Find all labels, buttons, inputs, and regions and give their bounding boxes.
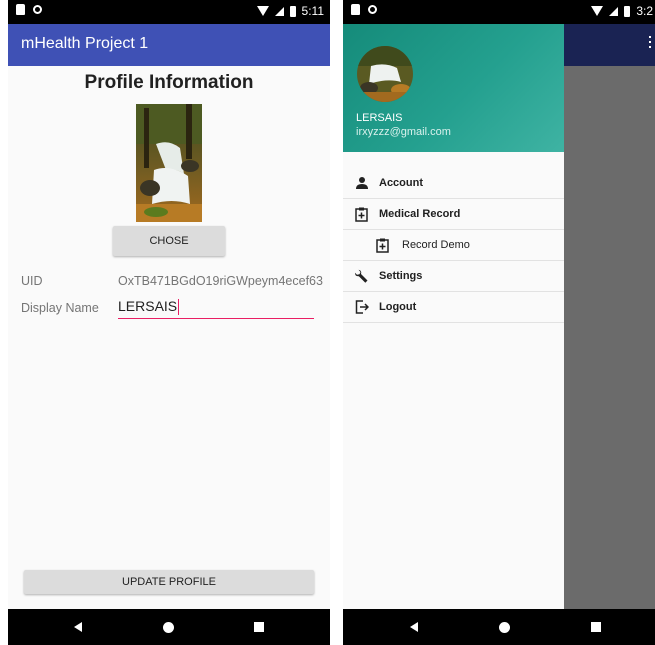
menu-item-medical-record[interactable]: Medical Record bbox=[343, 199, 564, 230]
clipboard-plus-icon bbox=[355, 207, 368, 222]
app-title: mHealth Project 1 bbox=[21, 35, 149, 52]
menu-item-record-demo[interactable]: Record Demo bbox=[343, 230, 564, 261]
page-title: Profile Information bbox=[84, 72, 254, 93]
drawer-screen: 3:2 LERSAIS irxyzzz@gmail.com Account Me… bbox=[343, 0, 655, 645]
app-bar bbox=[563, 24, 655, 66]
profile-screen: 5:11 mHealth Project 1 Profile Informati… bbox=[8, 0, 330, 645]
menu-item-account[interactable]: Account bbox=[343, 168, 564, 199]
text-cursor bbox=[178, 299, 180, 316]
uid-label: UID bbox=[21, 274, 43, 288]
navigation-drawer: LERSAIS irxyzzz@gmail.com Account Medica… bbox=[343, 24, 564, 609]
navigation-bar bbox=[343, 609, 655, 645]
person-icon bbox=[356, 177, 368, 189]
profile-photo bbox=[136, 104, 202, 222]
recents-icon[interactable] bbox=[591, 622, 601, 632]
avatar bbox=[357, 46, 413, 102]
sync-icon bbox=[368, 5, 377, 14]
sim-icon bbox=[16, 4, 25, 15]
logout-icon bbox=[355, 300, 369, 314]
back-icon[interactable] bbox=[74, 622, 82, 632]
menu-item-label: Medical Record bbox=[379, 208, 461, 220]
menu-item-label: Account bbox=[379, 177, 423, 189]
uid-value: OxTB471BGdO19riGWpeym4ecef63 bbox=[118, 274, 323, 288]
sim-icon bbox=[351, 4, 360, 15]
drawer-header: LERSAIS irxyzzz@gmail.com bbox=[343, 24, 564, 152]
status-bar: 5:11 bbox=[8, 0, 330, 24]
back-icon[interactable] bbox=[410, 622, 418, 632]
signal-icon bbox=[274, 6, 284, 16]
battery-icon bbox=[624, 5, 631, 17]
navigation-bar bbox=[8, 609, 330, 645]
display-name-input[interactable]: LERSAIS bbox=[118, 298, 314, 319]
display-name-label: Display Name bbox=[21, 301, 99, 315]
sync-icon bbox=[33, 5, 42, 14]
app-bar: mHealth Project 1 bbox=[8, 24, 330, 66]
wrench-icon bbox=[354, 269, 368, 283]
wifi-icon bbox=[591, 6, 604, 16]
drawer-user-email: irxyzzz@gmail.com bbox=[356, 126, 451, 138]
drawer-scrim[interactable] bbox=[563, 66, 655, 609]
recents-icon[interactable] bbox=[254, 622, 264, 632]
status-time: 5:11 bbox=[301, 4, 324, 18]
home-icon[interactable] bbox=[163, 622, 174, 633]
overflow-menu-icon[interactable] bbox=[649, 36, 651, 51]
clipboard-plus-icon bbox=[376, 238, 389, 253]
battery-icon bbox=[289, 5, 296, 17]
menu-item-label: Settings bbox=[379, 270, 423, 282]
update-profile-button[interactable]: UPDATE PROFILE bbox=[24, 570, 314, 594]
status-bar: 3:2 bbox=[343, 0, 655, 24]
menu-item-label: Logout bbox=[379, 301, 417, 313]
wifi-icon bbox=[256, 6, 269, 16]
chose-button[interactable]: CHOSE bbox=[113, 226, 225, 256]
display-name-value: LERSAIS bbox=[118, 298, 178, 314]
menu-item-settings[interactable]: Settings bbox=[343, 261, 564, 292]
status-time: 3:2 bbox=[636, 4, 653, 18]
signal-icon bbox=[609, 6, 619, 16]
drawer-user-name: LERSAIS bbox=[356, 112, 403, 124]
menu-item-logout[interactable]: Logout bbox=[343, 292, 564, 323]
menu-item-label: Record Demo bbox=[402, 239, 470, 251]
home-icon[interactable] bbox=[499, 622, 510, 633]
